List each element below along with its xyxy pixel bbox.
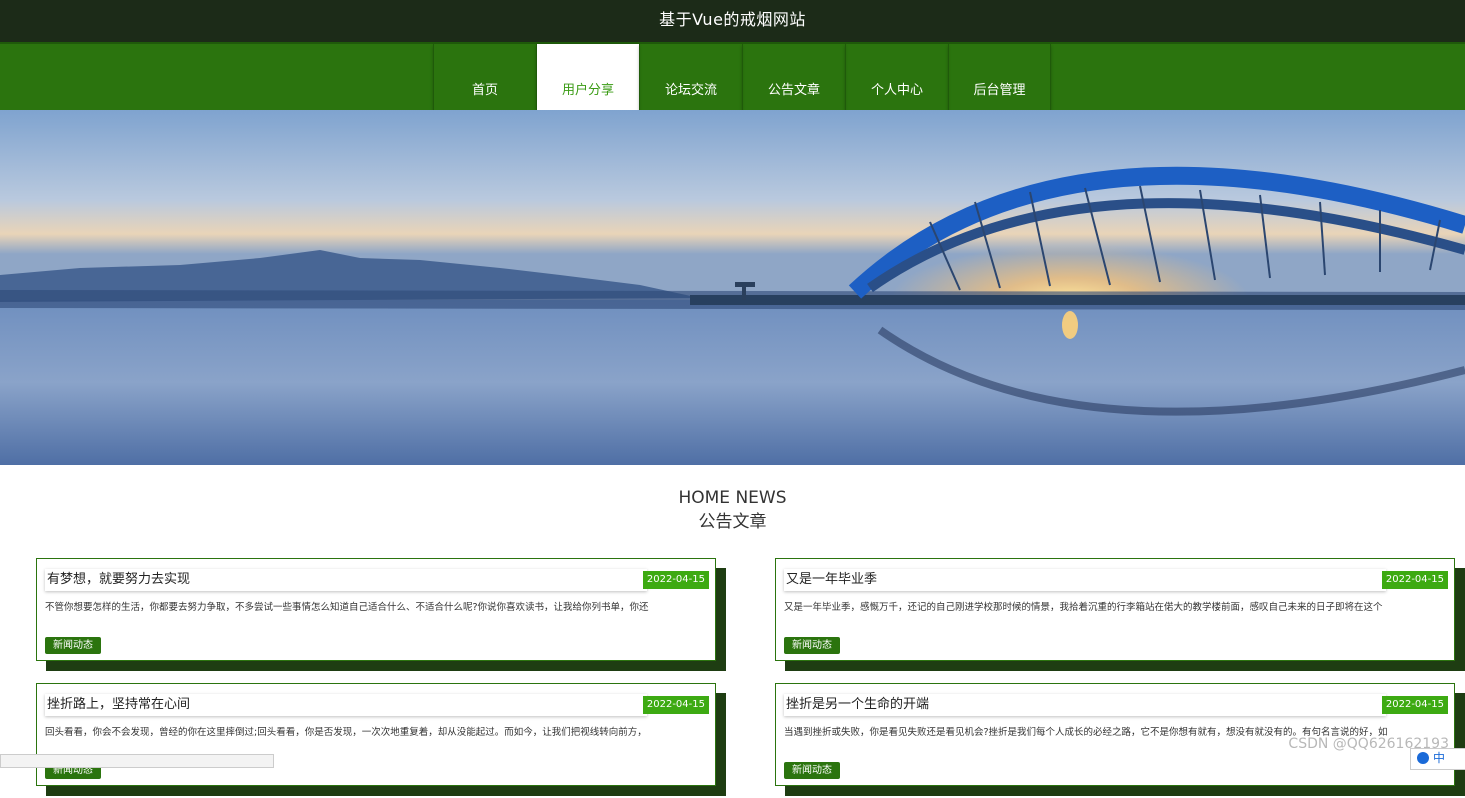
- article-summary: 回头看看，你会不会发现，曾经的你在这里摔倒过;回头看看，你是否发现，一次次地重复…: [45, 727, 647, 738]
- article-title[interactable]: 挫折是另一个生命的开端: [784, 694, 1386, 716]
- article-title[interactable]: 挫折路上，坚持常在心间: [45, 694, 647, 716]
- ime-indicator[interactable]: 中: [1410, 748, 1465, 770]
- article-tag[interactable]: 新闻动态: [784, 637, 840, 654]
- section-title-cn: 公告文章: [698, 512, 767, 532]
- main-nav: 首页 用户分享 论坛交流 公告文章 个人中心 后台管理: [0, 42, 1465, 110]
- banner-carousel[interactable]: [0, 110, 1465, 465]
- article-date: 2022-04-15: [1381, 696, 1448, 714]
- article-card[interactable]: 又是一年毕业季 2022-04-15 又是一年毕业季，感慨万千，还记的自己刚进学…: [775, 558, 1465, 673]
- article-tag[interactable]: 新闻动态: [45, 637, 101, 654]
- article-tag[interactable]: 新闻动态: [784, 762, 840, 779]
- nav-item-forum[interactable]: 论坛交流: [639, 44, 742, 110]
- article-summary: 不管你想要怎样的生活，你都要去努力争取，不多尝试一些事情怎么知道自己适合什么、不…: [45, 602, 649, 613]
- browser-status-bar: [0, 754, 274, 768]
- nav-item-personal-center[interactable]: 个人中心: [845, 44, 948, 110]
- article-date: 2022-04-15: [642, 696, 709, 714]
- ime-icon: [1417, 752, 1429, 764]
- nav-item-announcements[interactable]: 公告文章: [742, 44, 845, 110]
- nav-item-home[interactable]: 首页: [433, 44, 536, 110]
- site-title: 基于Vue的戒烟网站: [659, 10, 806, 29]
- article-title[interactable]: 又是一年毕业季: [784, 569, 1386, 591]
- section-title-en: HOME NEWS: [678, 488, 787, 508]
- article-date: 2022-04-15: [1381, 571, 1448, 589]
- banner-image: [0, 110, 1465, 465]
- article-date: 2022-04-15: [642, 571, 709, 589]
- nav-item-user-share[interactable]: 用户分享: [536, 44, 639, 110]
- article-summary: 又是一年毕业季，感慨万千，还记的自己刚进学校那时候的情景，我拾着沉重的行李箱站在…: [784, 602, 1383, 613]
- top-header: 基于Vue的戒烟网站: [0, 0, 1465, 42]
- nav-item-admin[interactable]: 后台管理: [948, 44, 1051, 110]
- article-card[interactable]: 挫折路上，坚持常在心间 2022-04-15 回头看看，你会不会发现，曾经的你在…: [36, 683, 726, 798]
- article-title[interactable]: 有梦想，就要努力去实现: [45, 569, 647, 591]
- section-heading: HOME NEWS 公告文章: [0, 487, 1465, 535]
- article-card[interactable]: 有梦想，就要努力去实现 2022-04-15 不管你想要怎样的生活，你都要去努力…: [36, 558, 726, 673]
